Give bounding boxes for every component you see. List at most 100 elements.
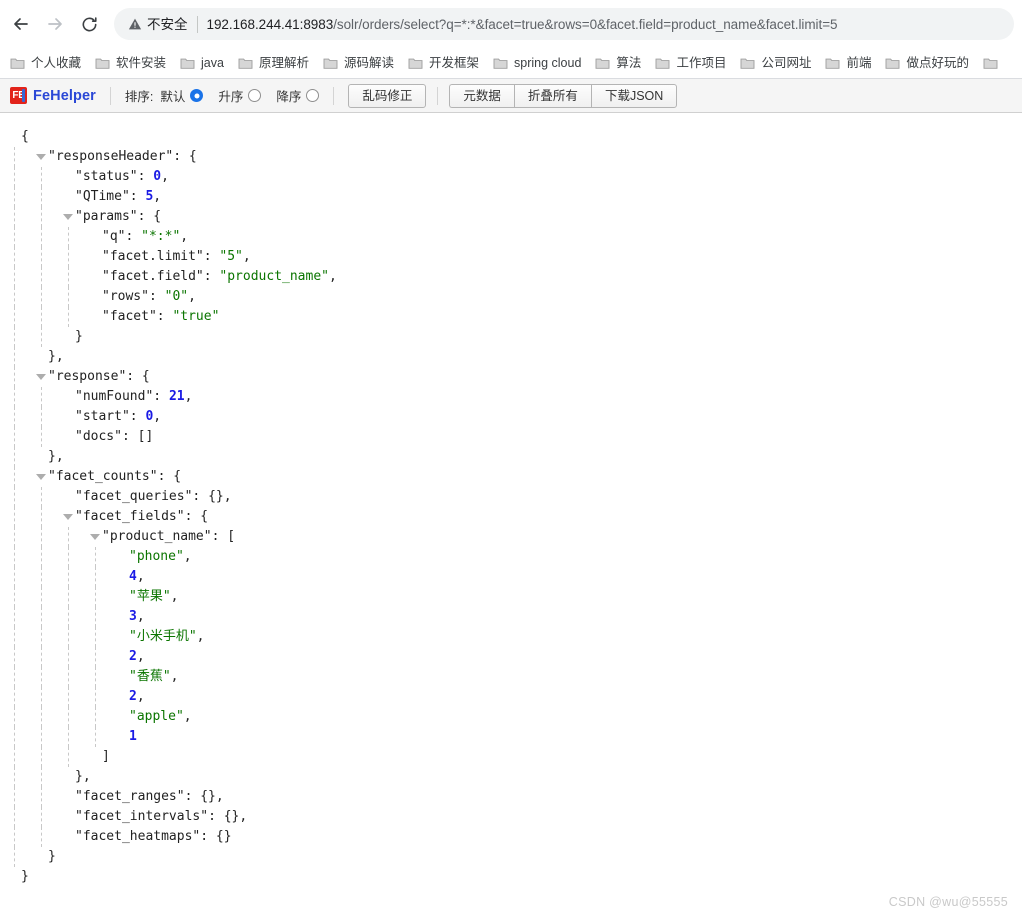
json-colon: :	[192, 489, 209, 504]
json-collapse-toggle[interactable]	[62, 207, 75, 227]
json-line-text: "product_name": [	[102, 527, 235, 547]
bookmark-item[interactable]: 算法	[589, 52, 649, 74]
bookmark-item[interactable]: 工作项目	[649, 52, 734, 74]
json-line: 4,	[8, 567, 1022, 587]
reload-button[interactable]	[72, 7, 106, 41]
json-value: 21	[168, 389, 185, 404]
sort-option-desc[interactable]: 降序	[276, 86, 320, 105]
security-status[interactable]: 不安全	[128, 15, 198, 33]
bookmark-item[interactable]: spring cloud	[487, 52, 589, 74]
json-suffix: : {	[184, 509, 209, 524]
collapse-all-button[interactable]: 折叠所有	[513, 83, 591, 108]
bookmark-item[interactable]: 源码解读	[317, 52, 402, 74]
bookmark-label: 开发框架	[429, 56, 480, 70]
json-collapse-toggle[interactable]	[35, 147, 48, 167]
bookmark-item[interactable]: 前端	[819, 52, 879, 74]
json-key-name: QTime	[82, 189, 122, 204]
json-indent-guide	[8, 407, 35, 427]
fehelper-logo[interactable]: FE FeHelper	[10, 87, 96, 104]
json-indent-guide	[8, 147, 35, 167]
json-indent-guide	[35, 527, 62, 547]
json-colon: :	[125, 229, 142, 244]
json-line-text: "rows": "0",	[102, 287, 196, 307]
bookmark-item[interactable]: 做点好玩的	[879, 52, 977, 74]
json-indent-guide	[35, 587, 62, 607]
json-value: "0"	[164, 289, 189, 304]
json-collapse-toggle[interactable]	[62, 507, 75, 527]
json-indent-guide	[62, 267, 89, 287]
json-key-name: facet	[109, 309, 149, 324]
sort-option-asc[interactable]: 升序	[218, 86, 262, 105]
json-indent-guide	[35, 327, 62, 347]
bookmark-item[interactable]: 公司网址	[734, 52, 819, 74]
json-suffix: ,	[170, 589, 179, 604]
json-gutter-spacer	[116, 547, 129, 567]
json-line: 2,	[8, 647, 1022, 667]
sort-option-default-radio[interactable]	[190, 89, 204, 102]
json-indent-guide	[35, 787, 62, 807]
bookmark-item-overflow[interactable]	[977, 54, 1006, 73]
json-indent-guide	[8, 847, 35, 867]
json-key: "	[102, 309, 110, 324]
json-gutter-spacer	[116, 627, 129, 647]
json-suffix: ,	[196, 629, 205, 644]
json-collapse-toggle[interactable]	[35, 367, 48, 387]
json-line: "numFound": 21,	[8, 387, 1022, 407]
bookmark-item[interactable]: 原理解析	[232, 52, 317, 74]
bookmark-item[interactable]: 软件安装	[89, 52, 174, 74]
sort-option-desc-radio[interactable]	[306, 89, 320, 102]
sort-option-default[interactable]: 默认	[160, 86, 204, 105]
json-line: "start": 0,	[8, 407, 1022, 427]
json-value: {}	[200, 789, 216, 804]
json-line-gutter	[8, 707, 129, 727]
address-bar[interactable]: 不安全 192.168.244.41:8983/solr/orders/sele…	[114, 8, 1014, 40]
json-colon: :	[203, 269, 220, 284]
json-line-gutter	[8, 507, 75, 527]
json-key-name: facet_queries	[82, 489, 185, 504]
json-punctuation: }	[75, 329, 83, 344]
bookmark-item[interactable]: java	[174, 52, 232, 74]
json-key-quote: "	[148, 309, 157, 324]
json-gutter-spacer	[116, 647, 129, 667]
json-indent-guide	[89, 707, 116, 727]
json-indent-guide	[8, 247, 35, 267]
fix-encoding-button[interactable]: 乱码修正	[348, 83, 427, 108]
json-indent-guide	[89, 667, 116, 687]
json-indent-guide	[62, 227, 89, 247]
json-suffix: ,	[242, 249, 251, 264]
json-indent-guide	[35, 707, 62, 727]
json-line-gutter	[8, 627, 129, 647]
json-line-gutter	[8, 407, 75, 427]
json-indent-guide	[8, 387, 35, 407]
json-gutter-spacer	[89, 227, 102, 247]
json-line-text: "facet_intervals": {},	[75, 807, 247, 827]
json-indent-guide	[8, 347, 35, 367]
json-indent-guide	[8, 627, 35, 647]
json-line-gutter	[8, 607, 129, 627]
json-indent-guide	[62, 567, 89, 587]
json-line-gutter	[8, 847, 48, 867]
json-indent-guide	[89, 607, 116, 627]
json-line: "response": {	[8, 367, 1022, 387]
metadata-button[interactable]: 元数据	[449, 83, 514, 108]
folder-icon	[826, 58, 840, 69]
json-line: 3,	[8, 607, 1022, 627]
sort-option-asc-radio[interactable]	[248, 89, 262, 102]
json-suffix: ,	[153, 189, 162, 204]
json-collapse-toggle[interactable]	[35, 467, 48, 487]
json-collapse-toggle[interactable]	[89, 527, 102, 547]
json-line: 1	[8, 727, 1022, 747]
json-line: }	[8, 867, 1022, 887]
json-colon: :	[208, 809, 224, 824]
forward-button[interactable]	[38, 7, 72, 41]
json-actions-group: 元数据 折叠所有 下载JSON	[449, 83, 678, 108]
json-line-gutter	[8, 307, 102, 327]
download-json-button[interactable]: 下载JSON	[590, 83, 678, 108]
reload-icon	[82, 16, 97, 31]
back-button[interactable]	[4, 7, 38, 41]
bookmark-item[interactable]: 开发框架	[402, 52, 487, 74]
json-line-text: }	[21, 867, 29, 887]
bookmark-item[interactable]: 个人收藏	[4, 52, 89, 74]
json-key-name: facet_fields	[82, 509, 177, 524]
json-line: {	[8, 127, 1022, 147]
